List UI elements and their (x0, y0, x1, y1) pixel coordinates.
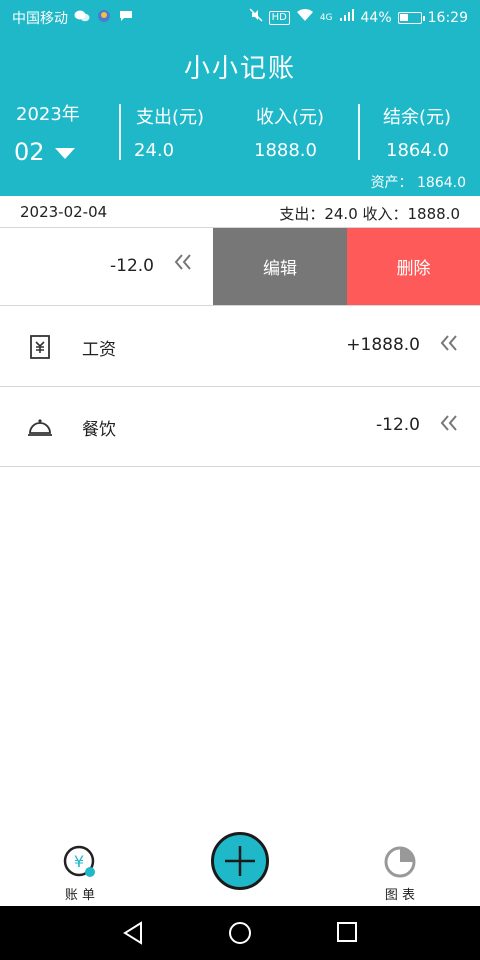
nav-bills-label: 账 单 (64, 888, 96, 903)
pie-chart-icon (384, 846, 416, 878)
double-chevron-left-icon (440, 413, 458, 438)
clock: 16:29 (427, 9, 468, 26)
status-left: 中国移动 (12, 8, 134, 28)
double-chevron-left-icon (440, 333, 458, 358)
record-category: 餐饮 (82, 420, 116, 440)
home-icon[interactable] (228, 921, 252, 945)
dropdown-arrow-icon (54, 147, 75, 159)
dining-icon (26, 413, 54, 441)
wifi-icon (296, 8, 314, 27)
header-divider-1 (119, 104, 121, 160)
status-right: HD 4G 44% 16:29 (249, 8, 468, 27)
battery-level (399, 13, 408, 21)
record-amount: -12.0 (376, 415, 420, 435)
nav-charts-label: 图 表 (384, 888, 416, 903)
carrier-name: 中国移动 (12, 11, 68, 27)
svg-text:¥: ¥ (74, 852, 84, 871)
expense-label: 支出(元) (136, 107, 205, 128)
status-bar: 中国移动 HD 4G 44% 16:29 (0, 0, 480, 34)
income-value: 1888.0 (254, 140, 317, 161)
battery-percent: 44% (360, 9, 392, 26)
swiped-record-row[interactable]: -12.0 编辑 删除 (0, 228, 480, 306)
record-amount: +1888.0 (346, 335, 420, 355)
nav-charts[interactable]: 图 表 (370, 844, 430, 903)
balance-label: 结余(元) (383, 107, 452, 128)
plus-icon (225, 846, 255, 876)
year-label[interactable]: 2023年 (16, 100, 80, 126)
record-category: 工资 (82, 340, 116, 360)
balance-value: 1864.0 (386, 140, 449, 161)
recents-icon[interactable] (336, 921, 358, 943)
income-label: 收入(元) (256, 107, 325, 128)
wechat-icon (74, 9, 90, 28)
app-notification-icon (96, 9, 112, 28)
expense-value: 24.0 (134, 140, 175, 161)
bottom-nav: ¥ 账 单 图 表 (0, 830, 480, 906)
record-row[interactable]: 餐饮 -12.0 (0, 387, 480, 467)
message-icon (118, 9, 134, 28)
day-date: 2023-02-04 (20, 203, 108, 221)
nav-bills[interactable]: ¥ 账 单 (50, 844, 110, 903)
bills-icon: ¥ (63, 845, 95, 877)
back-icon[interactable] (122, 921, 144, 945)
day-totals: 支出：24.0 收入：1888.0 (279, 205, 460, 223)
record-amount: -12.0 (110, 256, 154, 276)
signal-icon (339, 8, 355, 27)
hd-badge: HD (268, 10, 290, 25)
add-record-button[interactable] (211, 832, 269, 890)
month-selector[interactable]: 02 (14, 138, 75, 166)
month-value: 02 (14, 138, 45, 166)
edit-button[interactable]: 编辑 (213, 228, 347, 305)
record-row[interactable]: 工资 +1888.0 (0, 307, 480, 387)
battery-icon (397, 11, 425, 24)
header-divider-2 (358, 104, 360, 160)
network-type: 4G (319, 12, 333, 23)
assets-text: 资产： 1864.0 (370, 175, 466, 191)
double-chevron-left-icon (174, 252, 192, 277)
mute-icon (249, 8, 263, 27)
day-summary-row: 2023-02-04 支出：24.0 收入：1888.0 (0, 196, 480, 228)
system-nav-bar (0, 906, 480, 960)
salary-icon (26, 333, 54, 361)
header: 中国移动 HD 4G 44% 16:29 小小记账 2023年 02 支出(元)… (0, 0, 480, 196)
delete-button[interactable]: 删除 (347, 228, 480, 305)
app-title: 小小记账 (183, 54, 296, 84)
